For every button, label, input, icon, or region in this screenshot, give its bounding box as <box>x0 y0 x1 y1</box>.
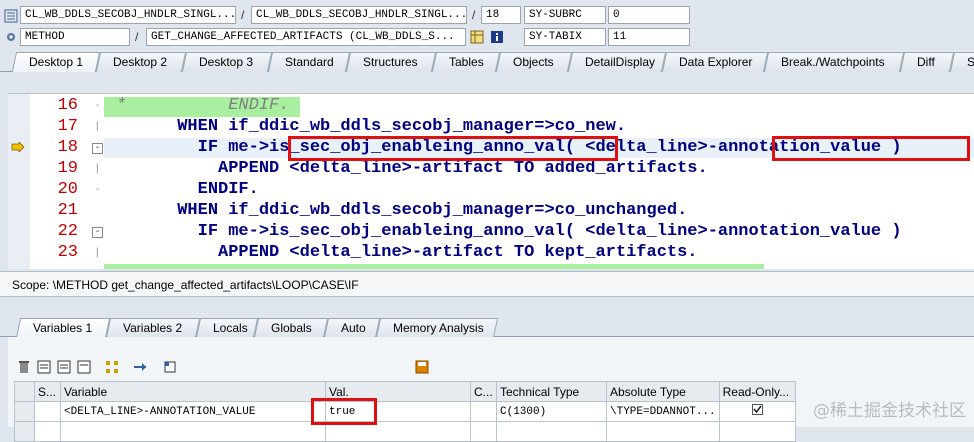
annotation-value-highlight <box>772 136 970 161</box>
gear-icon <box>7 33 15 41</box>
read-only-checkbox[interactable] <box>718 401 796 422</box>
event-type-field[interactable]: METHOD <box>20 28 130 46</box>
line-number: 17 <box>57 117 78 136</box>
tab-desktop-1[interactable]: Desktop 1 <box>11 52 101 72</box>
slash: / <box>135 30 139 44</box>
watermark: @稀土掘金技术社区 <box>813 401 966 421</box>
navigate-icon[interactable] <box>132 359 148 375</box>
line-number: 18 <box>57 138 78 157</box>
hierarchy-icon[interactable] <box>104 359 120 375</box>
table-row[interactable]: <DELTA_LINE>-ANNOTATION_VALUE true C(130… <box>14 401 796 422</box>
code-line-23: APPEND <delta_line>-artifact TO kept_art… <box>116 243 698 262</box>
tab-tables[interactable]: Tables <box>431 52 501 72</box>
slash: / <box>241 8 245 22</box>
variables-table: S... Variable Val. C... Technical Type A… <box>14 381 796 442</box>
event-name-field[interactable]: GET_CHANGE_AFFECTED_ARTIFACTS (CL_WB_DDL… <box>146 28 466 46</box>
grid-icon[interactable] <box>470 30 484 44</box>
save-icon[interactable] <box>414 359 430 375</box>
tab-diff[interactable]: Diff <box>899 52 955 72</box>
tab-variables-1[interactable]: Variables 1 <box>15 318 111 338</box>
variables-tabstrip: Variables 1 Variables 2 Locals Globals A… <box>0 316 974 338</box>
tab-variables-2[interactable]: Variables 2 <box>105 318 201 338</box>
col-variable[interactable]: Variable <box>60 381 326 402</box>
sy-subrc-value: 0 <box>608 6 690 24</box>
delete-icon[interactable] <box>16 359 32 375</box>
checkbox-checked-icon <box>751 404 763 415</box>
current-line-arrow-icon <box>11 142 25 152</box>
code-line-20: ENDIF. <box>116 180 259 199</box>
comment-highlight <box>104 264 764 269</box>
table-view-icon[interactable] <box>36 359 52 375</box>
tab-globals[interactable]: Globals <box>253 318 329 338</box>
code-line-21: WHEN if_ddic_wb_ddls_secobj_manager=>co_… <box>116 201 688 220</box>
method-call-highlight <box>288 136 618 161</box>
program-icon <box>4 9 18 23</box>
program-field[interactable]: CL_WB_DDLS_SECOBJ_HNDLR_SINGL... <box>20 6 236 24</box>
line-number: 19 <box>57 159 78 178</box>
tab-breakpoints[interactable]: Break./Watchpoints <box>763 52 905 72</box>
tab-memory-analysis[interactable]: Memory Analysis <box>375 318 499 338</box>
line-number: 23 <box>57 243 78 262</box>
tab-locals[interactable]: Locals <box>195 318 259 338</box>
sy-tabix-value: 11 <box>608 28 690 46</box>
code-line-19: APPEND <delta_line>-artifact TO added_ar… <box>116 159 708 178</box>
fold-toggle-icon[interactable]: - <box>92 227 103 238</box>
tab-desktop-2[interactable]: Desktop 2 <box>95 52 187 72</box>
tab-objects[interactable]: Objects <box>495 52 573 72</box>
line-number: 16 <box>57 96 78 115</box>
code-line-17: WHEN if_ddic_wb_ddls_secobj_manager=>co_… <box>116 117 627 136</box>
tab-structures[interactable]: Structures <box>345 52 437 72</box>
value-highlight <box>311 398 377 425</box>
col-absolute-type[interactable]: Absolute Type <box>606 381 720 402</box>
absolute-type: \TYPE=DDANNOT... <box>606 401 720 422</box>
tab-detaildisplay[interactable]: DetailDisplay <box>567 52 667 72</box>
main-tabstrip: Desktop 1 Desktop 2 Desktop 3 Standard S… <box>0 50 974 72</box>
tab-standard[interactable]: Standard <box>267 52 351 72</box>
source-editor[interactable]: 16 17 18 19 20 21 22 23 - | - | - - | * … <box>8 93 974 269</box>
sy-subrc-label[interactable]: SY-SUBRC <box>524 6 606 24</box>
table-edit-icon[interactable] <box>56 359 72 375</box>
code-line-16: * ENDIF. <box>116 96 290 115</box>
editor-gutter <box>8 94 30 269</box>
technical-type: C(1300) <box>496 401 607 422</box>
sy-tabix-label[interactable]: SY-TABIX <box>524 28 606 46</box>
col-change[interactable]: C... <box>470 381 497 402</box>
code-line-22: IF me->is_sec_obj_enableing_anno_val( <d… <box>116 222 902 241</box>
tab-auto[interactable]: Auto <box>323 318 381 338</box>
col-technical-type[interactable]: Technical Type <box>496 381 607 402</box>
tab-sc[interactable]: Sc <box>949 52 974 72</box>
slash: / <box>472 8 476 22</box>
tab-desktop-3[interactable]: Desktop 3 <box>181 52 273 72</box>
line-number: 20 <box>57 180 78 199</box>
line-number: 22 <box>57 222 78 241</box>
tab-data-explorer[interactable]: Data Explorer <box>661 52 769 72</box>
line-number: 21 <box>57 201 78 220</box>
table-config-icon[interactable] <box>76 359 92 375</box>
col-read-only[interactable]: Read-Only... <box>718 381 796 402</box>
include-field[interactable]: CL_WB_DDLS_SECOBJ_HNDLR_SINGL... <box>251 6 467 24</box>
fold-toggle-icon[interactable]: - <box>92 143 103 154</box>
info-icon[interactable] <box>490 30 504 44</box>
flag-icon[interactable] <box>162 359 178 375</box>
variable-name[interactable]: <DELTA_LINE>-ANNOTATION_VALUE <box>60 401 326 422</box>
col-status[interactable]: S... <box>34 381 61 402</box>
scope-bar: Scope: \METHOD get_change_affected_artif… <box>0 271 974 297</box>
line-number-field[interactable]: 18 <box>481 6 521 24</box>
